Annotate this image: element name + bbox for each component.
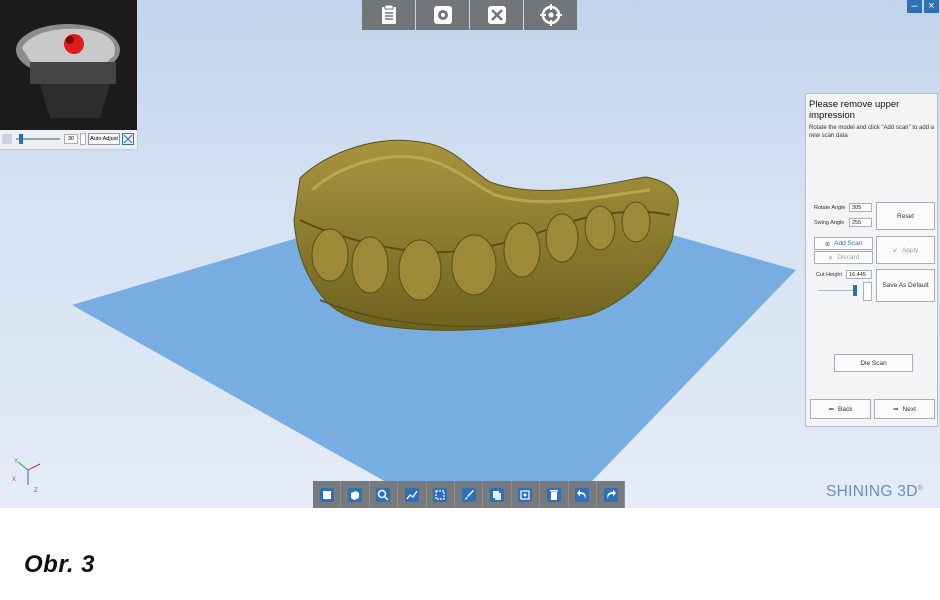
front-view-button[interactable] — [313, 481, 342, 508]
camera-preview — [0, 0, 137, 130]
reset-button[interactable]: Reset — [876, 202, 935, 230]
delete-button[interactable] — [540, 481, 569, 508]
axis-x-label: X — [12, 477, 16, 483]
cut-height-slider-handle[interactable] — [853, 285, 857, 296]
close-button[interactable]: × — [924, 0, 939, 13]
plus-icon: ⊕ — [824, 240, 831, 248]
brush-button[interactable] — [454, 481, 484, 508]
3d-viewport[interactable]: – × 30 Auto Adjust Please remove upper i… — [0, 0, 940, 508]
tools-button[interactable] — [470, 0, 523, 30]
discard-label: Discard — [837, 254, 860, 261]
axis-y-label: Y — [14, 459, 18, 465]
fit-icon — [518, 487, 533, 502]
copy-icon — [490, 487, 505, 502]
settings-icon — [433, 6, 452, 24]
next-label: Next — [902, 405, 916, 413]
scan-side-panel: Please remove upper impression Rotate th… — [805, 93, 938, 427]
rotate-angle-field[interactable]: 305 — [849, 203, 872, 212]
axes-gizmo: Y X Z — [12, 459, 41, 494]
back-label: Back — [838, 405, 853, 413]
discard-button[interactable]: ✕ Discard — [814, 251, 873, 264]
side-view-icon — [348, 487, 363, 502]
minimize-button[interactable]: – — [907, 0, 922, 13]
select-rect-button[interactable] — [426, 481, 455, 508]
expand-preview-icon[interactable] — [122, 133, 134, 145]
report-button[interactable] — [362, 0, 415, 30]
add-scan-button[interactable]: ⊕ Add Scan — [814, 237, 873, 250]
arrow-left-icon: ⬅ — [828, 406, 834, 413]
cut-height-label: Cut Height — [816, 272, 842, 278]
report-icon — [381, 4, 396, 24]
exposure-value-field[interactable]: 30 — [64, 134, 78, 144]
exposure-stepper[interactable] — [80, 133, 86, 145]
undo-icon — [575, 487, 590, 502]
add-scan-label: Add Scan — [834, 240, 863, 247]
swing-angle-label: Swing Angle — [814, 220, 845, 226]
redo-icon — [603, 487, 618, 502]
apply-button[interactable]: ➹ Apply — [876, 236, 935, 264]
chart-icon — [404, 487, 419, 502]
select-rect-icon — [433, 487, 448, 502]
cut-height-stepper[interactable] — [863, 282, 872, 301]
scan-scene[interactable] — [0, 0, 940, 508]
undo-button[interactable] — [568, 481, 597, 508]
panel-description: Rotate the model and click "Add scan" to… — [809, 125, 935, 139]
brush-icon — [461, 487, 476, 502]
settings-button[interactable] — [416, 0, 469, 30]
axis-z-label: Z — [34, 488, 38, 494]
chart-button[interactable] — [398, 481, 427, 508]
exposure-slider-handle[interactable] — [19, 134, 23, 144]
zoom-icon — [376, 487, 391, 502]
die-scan-button[interactable]: Die Scan — [834, 354, 913, 372]
rotate-angle-label: Rotate Angle — [814, 205, 846, 211]
cut-height-slider[interactable] — [818, 290, 858, 291]
delete-icon — [546, 487, 561, 502]
apply-icon: ➹ — [892, 247, 899, 254]
top-toolbar — [362, 0, 578, 30]
panel-title: Please remove upper impression — [809, 99, 900, 121]
cut-height-field[interactable]: 16.445 — [846, 270, 872, 279]
save-as-default-button[interactable]: Save As Default — [876, 269, 935, 302]
brightness-icon — [2, 134, 12, 144]
back-button[interactable]: ⬅ Back — [810, 399, 871, 419]
camera-controls: 30 Auto Adjust — [0, 130, 138, 150]
swing-angle-field[interactable]: 255 — [849, 218, 872, 227]
front-view-icon — [319, 487, 334, 502]
next-button[interactable]: ➡ Next — [874, 399, 935, 419]
apply-label: Apply — [902, 246, 919, 254]
auto-adjust-button[interactable]: Auto Adjust — [88, 133, 120, 145]
target-icon — [539, 4, 562, 26]
brand-logo: SHINING 3D® — [826, 483, 924, 500]
target-button[interactable] — [524, 0, 577, 30]
redo-button[interactable] — [596, 481, 626, 508]
side-view-button[interactable] — [341, 481, 370, 508]
camera-preview-image — [0, 0, 137, 130]
bottom-toolbar — [313, 481, 626, 508]
fit-button[interactable] — [511, 481, 541, 508]
copy-button[interactable] — [483, 481, 512, 508]
discard-icon: ✕ — [827, 254, 834, 262]
tools-icon — [487, 6, 506, 24]
zoom-button[interactable] — [369, 481, 399, 508]
figure-caption: Obr. 3 — [24, 551, 96, 578]
arrow-right-icon: ➡ — [893, 406, 899, 413]
